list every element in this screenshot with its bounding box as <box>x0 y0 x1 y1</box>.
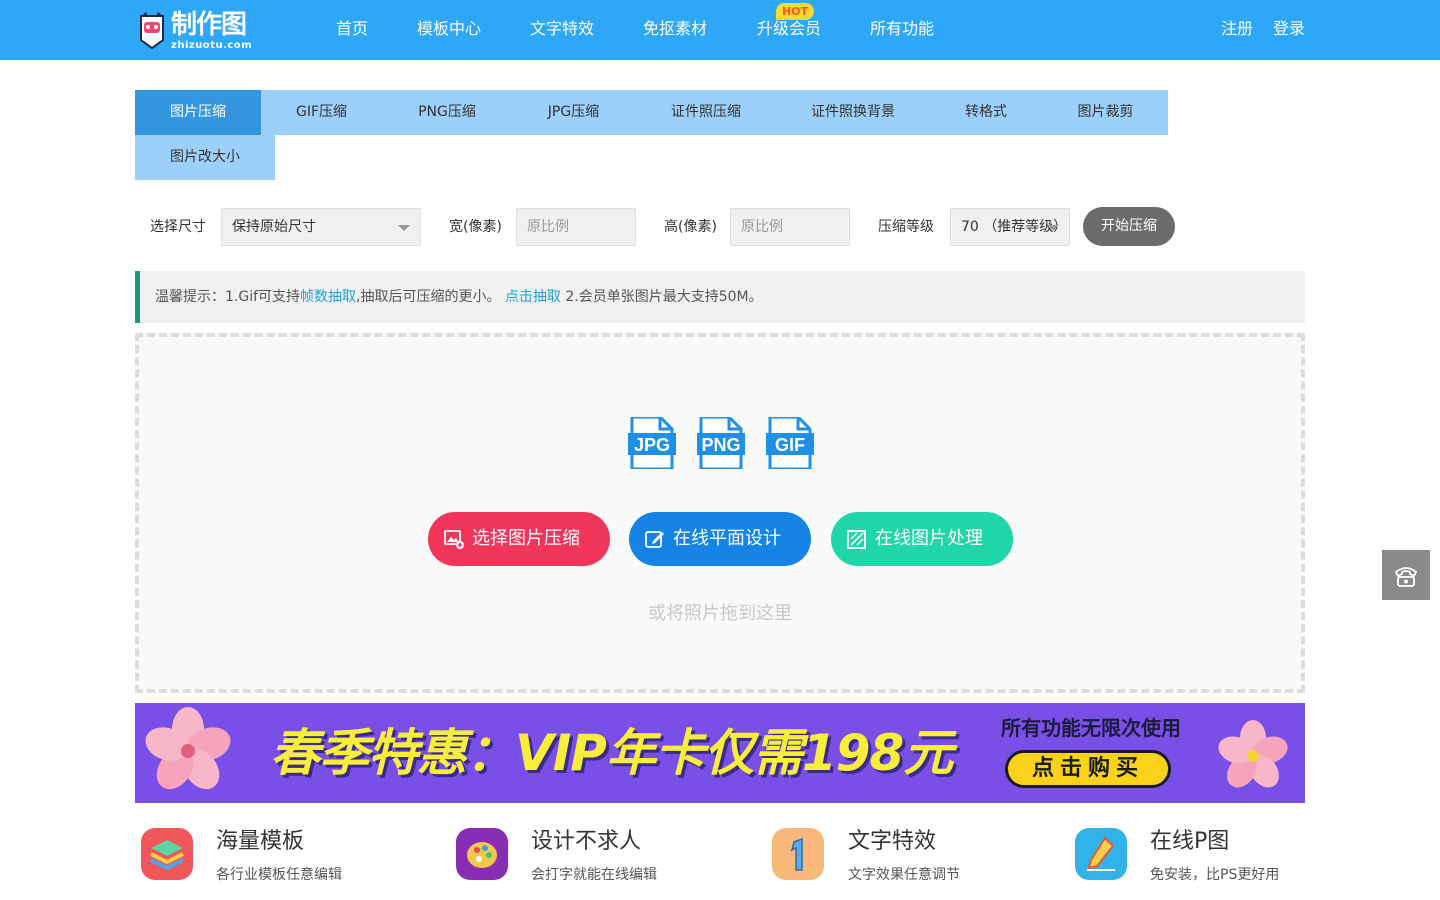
tab-id-photo-background[interactable]: 证件照换背景 <box>777 90 929 135</box>
tab-convert-format[interactable]: 转格式 <box>929 90 1043 135</box>
tab-jpg-compress[interactable]: JPG压缩 <box>512 90 635 135</box>
drop-hint: 或将照片拖到这里 <box>648 603 792 624</box>
select-image-compress-label: 选择图片压缩 <box>472 528 580 549</box>
notice-middle: ,抽取后可压缩的更小。 <box>356 289 501 305</box>
select-image-compress-button[interactable]: 选择图片压缩 <box>428 512 610 566</box>
layers-icon <box>141 828 193 880</box>
top-header: 制作图 zhizuotu.com 首页 模板中心 文字特效 免抠素材 升级会员 … <box>0 0 1440 60</box>
edit-icon <box>645 531 664 548</box>
height-input[interactable]: 原比例 <box>730 208 850 246</box>
size-select-value: 保持原始尺寸 <box>232 219 316 235</box>
online-image-process-button[interactable]: 在线图片处理 <box>831 512 1013 566</box>
nav-text-effects[interactable]: 文字特效 <box>530 18 594 40</box>
feature-design-title: 设计不求人 <box>531 829 642 854</box>
feature-photo-edit-title: 在线P图 <box>1150 829 1230 854</box>
text-effect-icon <box>772 828 824 880</box>
hot-badge: HOT <box>776 3 814 20</box>
level-label: 压缩等级 <box>878 219 934 235</box>
promo-headline: 春季特惠：VIP年卡仅需198元 <box>270 724 953 782</box>
palette-icon <box>456 828 508 880</box>
contact-phone-button[interactable] <box>1382 550 1430 600</box>
promo-subtitle: 所有功能无限次使用 <box>1001 716 1181 740</box>
online-design-button[interactable]: 在线平面设计 <box>629 512 811 566</box>
jpg-file-icon: JPG <box>628 417 676 469</box>
pencil-icon <box>1075 828 1127 880</box>
feature-text-effects-desc: 文字效果任意调节 <box>848 867 960 883</box>
notice-prefix: 温馨提示：1.Gif可支持 <box>155 289 301 305</box>
logo-domain: zhizuotu.com <box>171 40 253 51</box>
site-logo[interactable]: 制作图 zhizuotu.com <box>137 10 257 54</box>
click-extract-link[interactable]: 点击抽取 <box>505 289 561 305</box>
flower-decoration-icon <box>145 707 231 790</box>
nav-cutout-assets[interactable]: 免抠素材 <box>643 18 707 40</box>
login-link[interactable]: 登录 <box>1273 18 1305 40</box>
level-select[interactable]: 70 （推荐等级） <box>950 208 1070 246</box>
width-input[interactable]: 原比例 <box>516 208 636 246</box>
tab-image-resize[interactable]: 图片改大小 <box>135 135 275 180</box>
feature-photo-edit-desc: 免安装，比PS更好用 <box>1150 867 1280 883</box>
chevron-down-icon <box>1047 225 1059 231</box>
upload-dropzone[interactable]: JPG PNG GIF 选择图片压缩 在线平面设计 在线图片处理 或将照片拖到这… <box>135 333 1305 693</box>
size-label: 选择尺寸 <box>150 219 206 235</box>
height-label: 高(像素) <box>664 219 717 235</box>
image-edit-icon <box>847 530 866 549</box>
feature-text-effects-title: 文字特效 <box>848 829 937 854</box>
nav-upgrade-vip[interactable]: 升级会员 <box>757 18 821 40</box>
add-image-icon <box>444 530 464 549</box>
logo-mascot-icon <box>140 12 164 50</box>
notice-suffix: 2.会员单张图片最大支持50M。 <box>565 289 763 305</box>
gif-file-icon: GIF <box>766 417 814 469</box>
png-label: PNG <box>701 435 740 455</box>
jpg-label: JPG <box>634 435 670 455</box>
flower-decoration-icon <box>1218 720 1288 788</box>
start-compress-button[interactable]: 开始压缩 <box>1083 207 1175 246</box>
feature-templates-title: 海量模板 <box>216 829 305 854</box>
png-file-icon: PNG <box>697 417 745 469</box>
feature-templates-desc: 各行业模板任意编辑 <box>216 867 342 883</box>
online-image-process-label: 在线图片处理 <box>875 528 983 549</box>
width-label: 宽(像素) <box>449 219 502 235</box>
register-link[interactable]: 注册 <box>1221 18 1253 40</box>
tip-notice: 温馨提示：1.Gif可支持帧数抽取,抽取后可压缩的更小。 点击抽取 2.会员单张… <box>135 271 1305 323</box>
nav-all-features[interactable]: 所有功能 <box>870 18 934 40</box>
phone-icon <box>1394 567 1418 587</box>
nav-templates[interactable]: 模板中心 <box>417 18 481 40</box>
nav-home[interactable]: 首页 <box>336 18 368 40</box>
tab-image-crop[interactable]: 图片裁剪 <box>1043 90 1168 135</box>
feature-design-desc: 会打字就能在线编辑 <box>531 867 657 883</box>
online-design-label: 在线平面设计 <box>673 528 781 549</box>
promo-banner[interactable]: 春季特惠：VIP年卡仅需198元 所有功能无限次使用 点击购买 <box>135 703 1305 803</box>
tab-gif-compress[interactable]: GIF压缩 <box>261 90 382 135</box>
tab-id-photo-compress[interactable]: 证件照压缩 <box>635 90 777 135</box>
tab-image-compress[interactable]: 图片压缩 <box>135 90 261 135</box>
tab-png-compress[interactable]: PNG压缩 <box>382 90 512 135</box>
chevron-down-icon <box>398 225 410 231</box>
buy-now-button[interactable]: 点击购买 <box>1005 750 1171 788</box>
gif-label: GIF <box>775 435 805 455</box>
frame-extract-link[interactable]: 帧数抽取 <box>300 289 356 305</box>
size-select[interactable]: 保持原始尺寸 <box>221 208 421 246</box>
logo-text: 制作图 <box>171 10 247 40</box>
